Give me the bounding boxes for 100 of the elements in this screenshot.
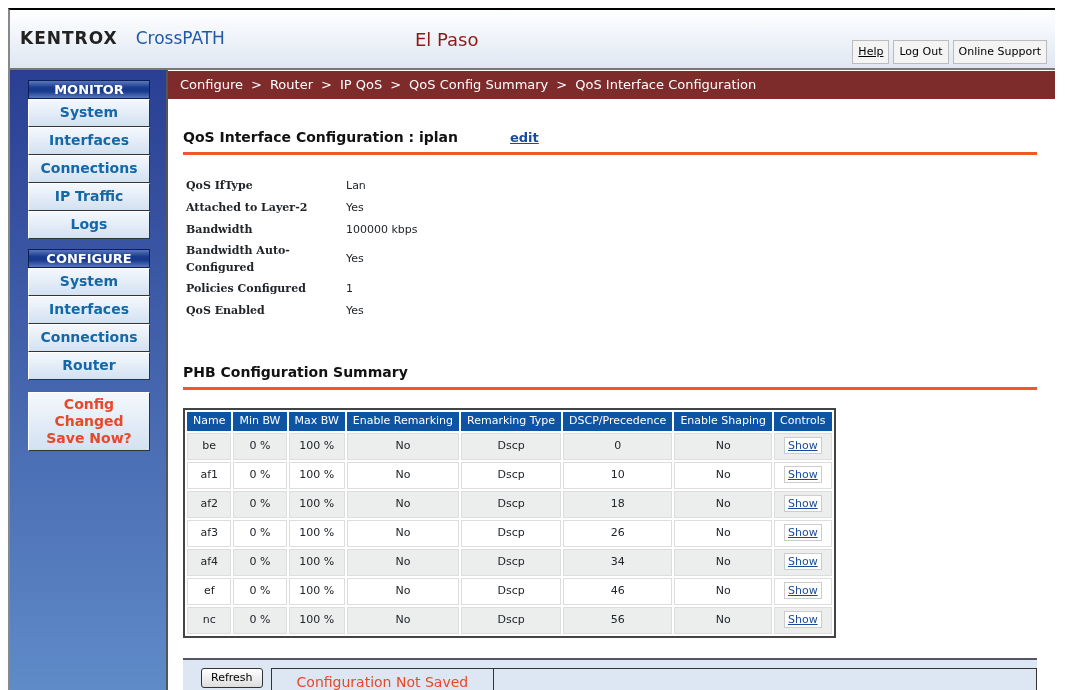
table-cell: No [346, 577, 460, 605]
help-link[interactable]: Help [852, 39, 890, 65]
table-cell: 0 [563, 432, 673, 460]
breadcrumb-separator: > [390, 76, 402, 95]
table-cell: Dscp [461, 461, 562, 489]
nav-item[interactable]: Connections [28, 324, 150, 352]
table-cell: nc [187, 606, 232, 634]
nav-item[interactable]: Router [28, 352, 150, 380]
table-cell: Dscp [461, 577, 562, 605]
table-cell: No [674, 606, 773, 634]
table-cell: 100 % [288, 548, 345, 576]
table-cell: 18 [563, 490, 673, 518]
table-cell: 0 % [233, 461, 287, 489]
section-header: MONITOR [28, 80, 150, 99]
table-cell: 46 [563, 577, 673, 605]
section-header: CONFIGURE [28, 249, 150, 268]
table-cell: No [674, 519, 773, 547]
table-cell: af3 [187, 519, 232, 547]
show-link[interactable]: Show [783, 436, 822, 454]
show-link[interactable]: Show [783, 552, 822, 570]
table-cell: No [674, 490, 773, 518]
nav-item[interactable]: System [28, 268, 150, 296]
table-cell: No [346, 606, 460, 634]
show-link[interactable]: Show [783, 581, 822, 599]
column-header: Min BW [233, 412, 287, 431]
table-cell: Dscp [461, 490, 562, 518]
table-cell: No [346, 461, 460, 489]
nav-item[interactable]: IP Traffic [28, 183, 150, 211]
nav-item[interactable]: Interfaces [28, 127, 150, 155]
table-cell: 100 % [288, 519, 345, 547]
nav-item[interactable]: Interfaces [28, 296, 150, 324]
table-cell: 100 % [288, 432, 345, 460]
show-link[interactable]: Show [783, 523, 822, 541]
table-cell: 0 % [233, 432, 287, 460]
column-header: Enable Remarking [346, 412, 460, 431]
column-header: Max BW [288, 412, 345, 431]
table-cell: 0 % [233, 548, 287, 576]
header-button[interactable]: Log Out [893, 39, 949, 65]
nav-item[interactable]: System [28, 99, 150, 127]
header-button[interactable]: Online Support [952, 39, 1047, 65]
field-label: QoS Enabled [185, 302, 266, 319]
breadcrumb-link[interactable]: QoS Interface Configuration [575, 75, 757, 95]
table-cell: No [346, 548, 460, 576]
table-cell: No [346, 519, 460, 547]
breadcrumb-separator: > [251, 76, 262, 95]
table-cell: af4 [187, 548, 232, 576]
section-title: PHB Configuration Summary [183, 363, 408, 382]
edit-link[interactable]: edit [510, 128, 539, 148]
breadcrumb-separator: > [556, 76, 568, 95]
field-value: 100000 kbps [345, 221, 419, 238]
field-label: Attached to Layer-2 [185, 199, 309, 216]
breadcrumb-link[interactable]: IP QoS [339, 75, 383, 95]
table-cell: 100 % [288, 461, 345, 489]
table-cell: Dscp [461, 548, 562, 576]
table-cell: 0 % [233, 606, 287, 634]
show-link[interactable]: Show [783, 494, 822, 512]
breadcrumb-link[interactable]: QoS Config Summary [409, 75, 549, 95]
table-cell: 10 [563, 461, 673, 489]
field-label: Bandwidth Auto-Configured [185, 243, 291, 276]
nav-item[interactable]: Logs [28, 211, 150, 239]
breadcrumb-separator: > [321, 76, 332, 95]
field-value: Yes [345, 302, 365, 319]
field-value: Yes [345, 199, 365, 216]
table-cell: No [674, 548, 773, 576]
table-cell: 100 % [288, 577, 345, 605]
field-value: Yes [345, 251, 365, 268]
table-cell: No [674, 461, 773, 489]
show-link[interactable]: Show [783, 465, 822, 483]
table-cell: be [187, 432, 232, 460]
section-title: QoS Interface Configuration : iplan [183, 128, 458, 147]
field-value: Lan [345, 177, 367, 194]
table-cell: af2 [187, 490, 232, 518]
table-cell: 34 [563, 548, 673, 576]
table-cell: Dscp [461, 519, 562, 547]
column-header: Name [187, 412, 232, 431]
save-alert-button[interactable]: Config Changed Save Now? [28, 392, 150, 451]
logo-text: KENTROX [20, 27, 118, 51]
table-cell: Dscp [461, 606, 562, 634]
field-label: Bandwidth [185, 221, 254, 238]
table-cell: Dscp [461, 432, 562, 460]
column-header: Controls [774, 412, 832, 431]
site-name: El Paso [414, 27, 479, 52]
column-header: Remarking Type [461, 412, 562, 431]
table-cell: 56 [563, 606, 673, 634]
nav-item[interactable]: Connections [28, 155, 150, 183]
field-value: 1 [345, 280, 354, 297]
breadcrumb-link[interactable]: Configure [180, 75, 243, 95]
refresh-button[interactable]: Refresh [201, 667, 263, 688]
table-cell: 0 % [233, 577, 287, 605]
breadcrumb-link[interactable]: Router [269, 75, 313, 95]
field-label: QoS IfType [185, 177, 254, 194]
table-cell: No [674, 577, 773, 605]
table-cell: No [346, 432, 460, 460]
field-label: Policies Configured [185, 280, 307, 297]
status-text: Configuration Not Saved [271, 669, 495, 690]
column-header: Enable Shaping [674, 412, 773, 431]
column-header: DSCP/Precedence [563, 412, 673, 431]
table-cell: 0 % [233, 490, 287, 518]
table-cell: No [674, 432, 773, 460]
show-link[interactable]: Show [783, 610, 822, 628]
